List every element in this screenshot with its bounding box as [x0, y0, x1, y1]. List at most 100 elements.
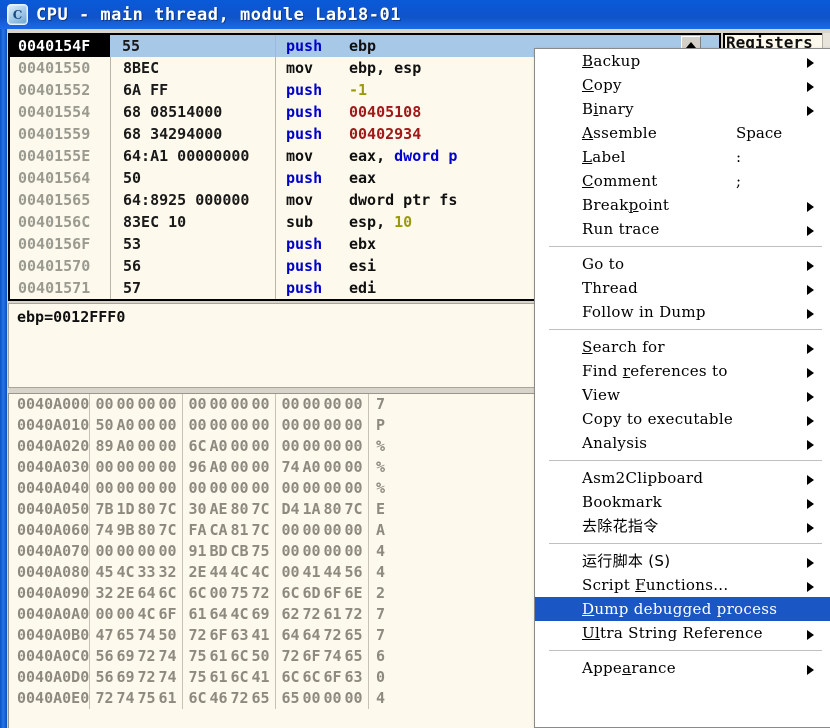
menu-item-find-references-to[interactable]: Find references to	[535, 359, 830, 383]
dump-ascii: 6	[368, 646, 387, 667]
left-rail	[0, 29, 7, 728]
disassembly-address: 00401559	[18, 125, 91, 143]
menu-item-search-for[interactable]: Search for	[535, 335, 830, 359]
menu-item-breakpoint[interactable]: Breakpoint	[535, 193, 830, 217]
disassembly-mnemonic: push	[275, 79, 345, 101]
dump-byte: 75	[188, 647, 207, 665]
disassembly-opcode-bytes: 55	[122, 37, 141, 55]
dump-byte: 41	[251, 626, 270, 644]
disassembly-mnemonic: push	[275, 167, 345, 189]
disassembly-operand: -1	[349, 81, 368, 99]
disassembly-address: 0040154F	[10, 35, 110, 57]
dump-byte: 00	[230, 479, 249, 497]
menu-item-comment[interactable]: Comment;	[535, 169, 830, 193]
disassembly-address: 0040156F	[18, 235, 91, 253]
disassembly-mnemonic: mov	[275, 57, 345, 79]
menu-item-follow-in-dump[interactable]: Follow in Dump	[535, 300, 830, 324]
menu-item-appearance[interactable]: Appearance	[535, 656, 830, 680]
menu-item-go-to[interactable]: Go to	[535, 252, 830, 276]
dump-byte: A0	[209, 458, 228, 476]
dump-byte: 4C	[251, 563, 270, 581]
dump-byte: 72	[95, 689, 114, 707]
dump-byte-group: 6C A0 00 00	[182, 436, 275, 457]
submenu-arrow-icon	[807, 665, 814, 675]
menu-item-label: Search for	[582, 338, 665, 356]
dump-byte: 75	[251, 542, 270, 560]
disassembly-opcode-bytes: 68 08514000	[110, 101, 275, 123]
dump-byte: 00	[188, 416, 207, 434]
dump-ascii: 2	[368, 583, 387, 604]
dump-byte-group: 75 61 6C 50	[182, 646, 275, 667]
disassembly-operand: esi	[349, 257, 377, 275]
dump-byte: D4	[281, 500, 300, 518]
dump-byte: 00	[137, 479, 156, 497]
dump-byte: 61	[158, 689, 177, 707]
dump-byte: 00	[302, 542, 321, 560]
menu-item-dump-debugged-process[interactable]: Dump debugged process	[535, 597, 830, 621]
menu-item-backup[interactable]: Backup	[535, 49, 830, 73]
dump-byte: 00	[116, 479, 135, 497]
dump-byte-group: 00 00 00 00	[182, 394, 275, 415]
dump-byte: 74	[137, 626, 156, 644]
dump-byte: 6D	[302, 584, 321, 602]
disassembly-operand: ebp	[349, 37, 377, 55]
menu-item-label[interactable]: Label:	[535, 145, 830, 169]
menu-item-copy[interactable]: Copy	[535, 73, 830, 97]
menu-item-view[interactable]: View	[535, 383, 830, 407]
dump-byte: 00	[281, 395, 300, 413]
dump-byte: 64	[137, 584, 156, 602]
menu-item-s[interactable]: 运行脚本 (S)	[535, 549, 830, 573]
dump-byte: 9B	[116, 521, 135, 539]
menu-item-bookmark[interactable]: Bookmark	[535, 490, 830, 514]
dump-ascii: %	[368, 436, 387, 457]
dump-byte: 00	[188, 479, 207, 497]
menu-item-copy-to-executable[interactable]: Copy to executable	[535, 407, 830, 431]
dump-byte: A0	[209, 437, 228, 455]
menu-item-thread[interactable]: Thread	[535, 276, 830, 300]
menu-item-binary[interactable]: Binary	[535, 97, 830, 121]
dump-byte: 61	[209, 668, 228, 686]
menu-item-asm2clipboard[interactable]: Asm2Clipboard	[535, 466, 830, 490]
dump-byte: 00	[95, 605, 114, 623]
dump-byte: 00	[116, 458, 135, 476]
menu-item-[interactable]: 去除花指令	[535, 514, 830, 538]
dump-byte: 72	[137, 668, 156, 686]
window-titlebar[interactable]: C CPU - main thread, module Lab18-01	[0, 0, 830, 29]
menu-item-label: Appearance	[582, 659, 676, 677]
dump-byte: 6F	[209, 626, 228, 644]
dump-byte-group: 00 00 00 00	[182, 478, 275, 499]
disassembly-operand: dword ptr fs	[349, 191, 458, 209]
dump-byte: 00	[344, 542, 363, 560]
dump-byte: 7C	[344, 500, 363, 518]
menu-item-run-trace[interactable]: Run trace	[535, 217, 830, 241]
dump-byte: 00	[95, 395, 114, 413]
dump-byte: 00	[344, 689, 363, 707]
dump-byte: 00	[251, 437, 270, 455]
menu-item-script-functions[interactable]: Script Functions...	[535, 573, 830, 597]
menu-item-label: 运行脚本 (S)	[582, 552, 671, 570]
dump-byte: 00	[158, 437, 177, 455]
submenu-arrow-icon	[807, 499, 814, 509]
dump-byte-group: 2E 44 4C 4C	[182, 562, 275, 583]
dump-byte: 00	[302, 521, 321, 539]
dump-byte-group: FA CA 81 7C	[182, 520, 275, 541]
dump-byte: 00	[95, 479, 114, 497]
dump-byte: 63	[344, 668, 363, 686]
dump-byte: 00	[302, 479, 321, 497]
menu-item-label: Follow in Dump	[582, 303, 706, 321]
menu-item-ultra-string-reference[interactable]: Ultra String Reference	[535, 621, 830, 645]
dump-byte-group: 56 69 72 74	[89, 646, 182, 667]
dump-byte: 81	[230, 521, 249, 539]
disassembly-address: 00401554	[18, 103, 91, 121]
menu-item-assemble[interactable]: Assemble Space	[535, 121, 830, 145]
dump-ascii: 7	[368, 394, 387, 415]
menu-item-label: Assemble	[582, 124, 658, 142]
dump-byte: 00	[188, 395, 207, 413]
menu-separator	[549, 460, 822, 461]
dump-byte: 00	[281, 542, 300, 560]
dump-byte: 69	[116, 668, 135, 686]
dump-byte: 89	[95, 437, 114, 455]
menu-item-analysis[interactable]: Analysis	[535, 431, 830, 455]
context-menu[interactable]: Backup Copy Binary Assemble Space Label: Comme…	[534, 48, 830, 728]
dump-byte: 00	[323, 437, 342, 455]
